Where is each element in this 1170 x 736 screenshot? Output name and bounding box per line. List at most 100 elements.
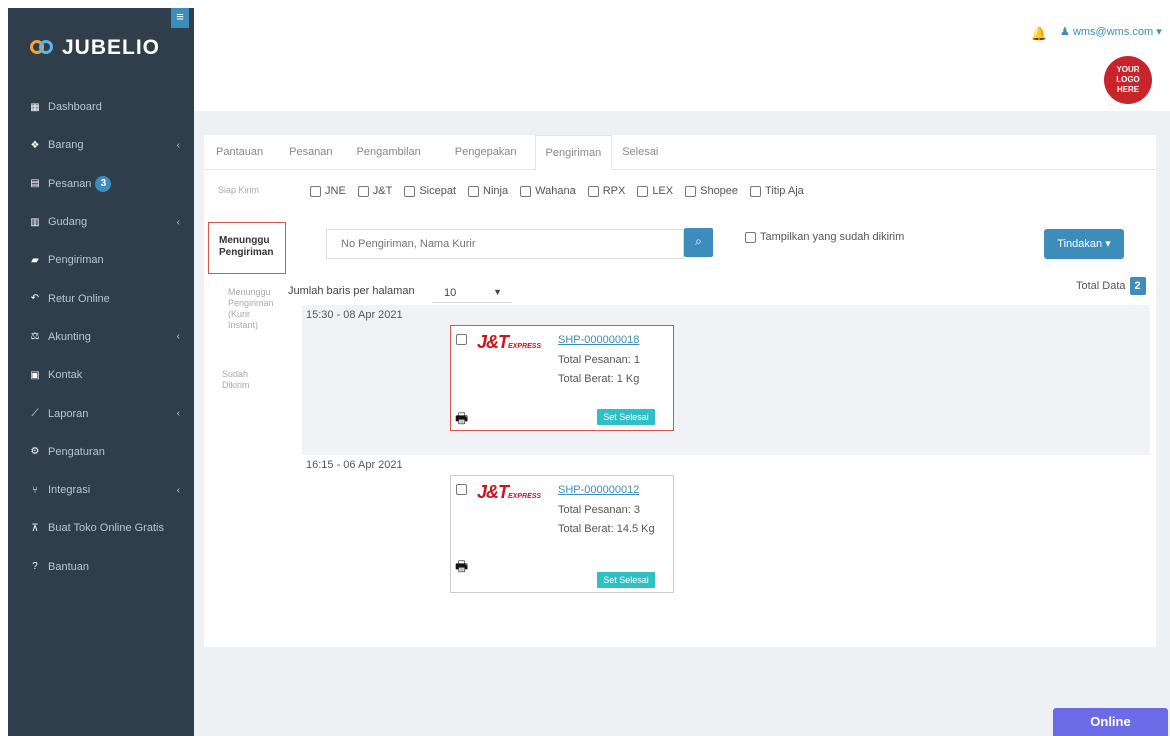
- basket-icon: ▤: [30, 178, 40, 190]
- sidebar-item-barang[interactable]: ❖ Barang ‹: [8, 126, 194, 164]
- total-data-count: 2: [1129, 277, 1146, 295]
- courier-label: Shopee: [700, 185, 739, 197]
- tab-pengepakan[interactable]: Pengepakan: [445, 135, 527, 170]
- checkbox[interactable]: [357, 185, 369, 197]
- courier-filter-lex[interactable]: LEX: [637, 185, 673, 197]
- courier-label: Titip Aja: [765, 185, 804, 197]
- courier-label: J&T: [372, 185, 393, 197]
- brand-name: JUBELIO: [62, 36, 161, 59]
- sidebar-nav: ▦ Dashboard ❖ Barang ‹ ▤ Pesanan 3 ▥ Gudang ‹ ▰…: [8, 88, 194, 586]
- courier-filter-ninja[interactable]: Ninja: [468, 185, 508, 197]
- courier-filter-jnt[interactable]: J&T: [357, 185, 393, 197]
- tindakan-button[interactable]: Tindakan ▾: [1044, 229, 1124, 259]
- shipment-card[interactable]: J&TEXPRESS SHP-000000018 Total Pesanan: …: [450, 325, 674, 431]
- chevron-left-icon: ‹: [176, 331, 180, 343]
- subnav-menunggu-pengiriman[interactable]: Menunggu Pengiriman: [208, 222, 286, 274]
- online-chat-button[interactable]: Online: [1053, 708, 1168, 736]
- subnav-siap-kirim[interactable]: Siap Kirim: [218, 185, 268, 196]
- sidebar-item-kontak[interactable]: ▣ Kontak: [8, 356, 194, 394]
- bell-icon[interactable]: 🔔: [1031, 26, 1047, 42]
- courier-filter-rpx[interactable]: RPX: [587, 185, 625, 197]
- sidebar-item-pengaturan[interactable]: ⚙ Pengaturan: [8, 433, 194, 471]
- sidebar-item-laporan[interactable]: ⟋ Laporan ‹: [8, 394, 194, 432]
- chevron-left-icon: ‹: [176, 139, 180, 151]
- subnav-sudah-dikirim[interactable]: Sudah Dikirim: [222, 369, 272, 391]
- checkbox[interactable]: [750, 185, 762, 197]
- tab-pantauan[interactable]: Pantauan: [206, 135, 273, 170]
- printer-icon[interactable]: 🖶: [455, 408, 468, 432]
- main-panel: Pantauan Pesanan Pengambilan Pengepakan …: [204, 135, 1156, 647]
- checkbox[interactable]: [685, 185, 697, 197]
- courier-label: JNE: [325, 185, 346, 197]
- user-email: wms@wms.com: [1072, 26, 1154, 38]
- rows-per-page-select[interactable]: 10 ▼: [432, 277, 512, 303]
- courier-filter-sicepat[interactable]: Sicepat: [404, 185, 456, 197]
- jubelio-logo-icon: [30, 38, 56, 58]
- search-input[interactable]: [326, 229, 684, 259]
- contact-icon: ▣: [30, 369, 40, 381]
- total-berat: Total Berat: 14.5 Kg: [558, 523, 655, 535]
- shipment-number-link[interactable]: SHP-000000012: [558, 484, 639, 496]
- sidebar-item-buat-toko[interactable]: ⊼ Buat Toko Online Gratis: [8, 509, 194, 547]
- user-menu[interactable]: ♟ wms@wms.com ▾: [1060, 25, 1162, 38]
- courier-filter-shopee[interactable]: Shopee: [685, 185, 738, 197]
- checkbox[interactable]: [745, 231, 756, 243]
- sidebar-item-label: Retur Online: [48, 292, 110, 305]
- total-pesanan: Total Pesanan: 3: [558, 504, 640, 516]
- sidebar-item-label: Akunting: [48, 330, 91, 343]
- search-button[interactable]: ⌕: [684, 228, 713, 257]
- total-berat: Total Berat: 1 Kg: [558, 373, 640, 385]
- set-selesai-button[interactable]: Set Selesai: [597, 409, 655, 425]
- chevron-left-icon: ‹: [176, 408, 180, 420]
- jnt-express-logo: J&TEXPRESS: [477, 482, 541, 503]
- shipment-checkbox[interactable]: [456, 484, 467, 495]
- courier-filter-jne[interactable]: JNE: [310, 185, 346, 197]
- sidebar-item-akunting[interactable]: ⚖ Akunting ‹: [8, 318, 194, 356]
- jnt-logo-sub: EXPRESS: [508, 343, 542, 350]
- checkbox[interactable]: [520, 185, 532, 197]
- brand-logo[interactable]: JUBELIO: [30, 36, 160, 60]
- sidebar-item-retur-online[interactable]: ↶ Retur Online: [8, 279, 194, 317]
- rows-per-page-value: 10: [444, 287, 457, 299]
- tab-selesai[interactable]: Selesai: [612, 135, 668, 170]
- user-icon: ♟: [1060, 26, 1070, 38]
- sidebar-item-integrasi[interactable]: ⑂ Integrasi ‹: [8, 471, 194, 509]
- checkbox[interactable]: [468, 185, 480, 197]
- printer-icon[interactable]: 🖶: [455, 556, 468, 580]
- chevron-left-icon: ‹: [176, 216, 180, 228]
- shipment-checkbox[interactable]: [456, 334, 467, 345]
- balance-icon: ⚖: [30, 331, 40, 343]
- subnav-menunggu-instant[interactable]: Menunggu Pengiriman (Kurir Instant): [228, 287, 278, 331]
- checkbox[interactable]: [587, 185, 599, 197]
- brand: JUBELIO ≡: [8, 8, 194, 88]
- sidebar-item-bantuan[interactable]: ? Bantuan: [8, 548, 194, 586]
- sidebar-item-gudang[interactable]: ▥ Gudang ‹: [8, 203, 194, 241]
- courier-label: Ninja: [483, 185, 509, 197]
- jnt-express-logo: J&TEXPRESS: [477, 332, 541, 353]
- hamburger-icon[interactable]: ≡: [171, 8, 189, 28]
- sidebar-item-pesanan[interactable]: ▤ Pesanan 3: [8, 165, 194, 203]
- total-pesanan: Total Pesanan: 1: [558, 354, 640, 366]
- show-sent-toggle[interactable]: Tampilkan yang sudah dikirim: [745, 231, 904, 243]
- set-selesai-button[interactable]: Set Selesai: [597, 572, 655, 588]
- jnt-logo-sub: EXPRESS: [508, 493, 542, 500]
- checkbox[interactable]: [404, 185, 416, 197]
- tab-pengambilan[interactable]: Pengambilan: [347, 135, 431, 170]
- shipment-card[interactable]: J&TEXPRESS SHP-000000012 Total Pesanan: …: [450, 475, 674, 593]
- sidebar-item-label: Pengiriman: [48, 254, 104, 267]
- sidebar-item-pengiriman[interactable]: ▰ Pengiriman: [8, 241, 194, 279]
- warehouse-icon: ▥: [30, 216, 40, 228]
- checkbox[interactable]: [637, 185, 649, 197]
- checkbox[interactable]: [310, 185, 321, 197]
- tab-pesanan[interactable]: Pesanan: [279, 135, 342, 170]
- chevron-down-icon: ▼: [493, 287, 502, 297]
- tab-pengiriman[interactable]: Pengiriman: [534, 135, 613, 170]
- truck-icon: ▰: [31, 254, 39, 266]
- shipment-group: 15:30 - 08 Apr 2021 J&TEXPRESS SHP-00000…: [302, 305, 1150, 455]
- courier-filter-titip-aja[interactable]: Titip Aja: [750, 185, 804, 197]
- chart-icon: ▦: [30, 101, 40, 113]
- shipment-number-link[interactable]: SHP-000000018: [558, 334, 639, 346]
- courier-filter-wahana[interactable]: Wahana: [520, 185, 576, 197]
- sidebar-item-dashboard[interactable]: ▦ Dashboard: [8, 88, 194, 126]
- sidebar-item-label: Barang: [48, 139, 84, 152]
